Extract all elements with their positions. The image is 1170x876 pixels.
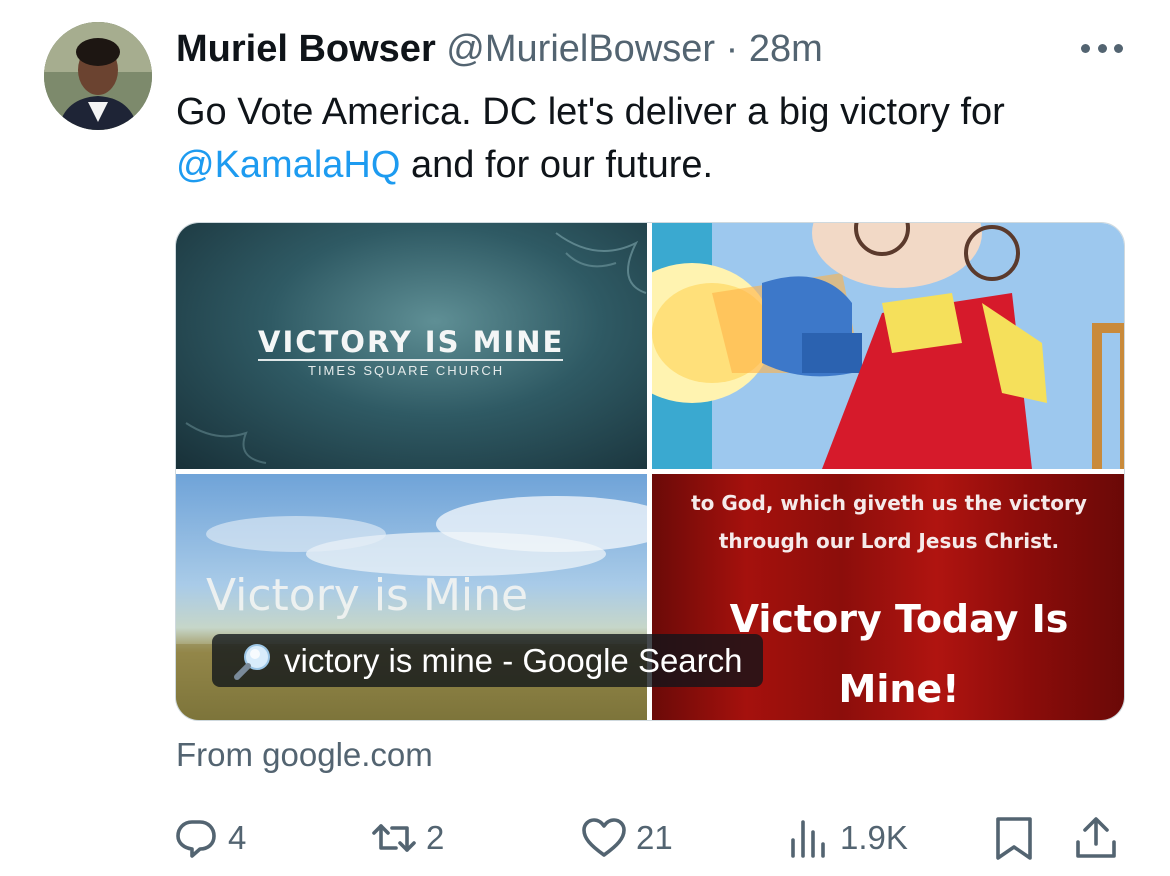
reply-icon (176, 820, 216, 858)
tile1-subtitle: TIMES SQUARE CHURCH (308, 363, 505, 378)
tweet-header: Muriel Bowser @MurielBowser · 28m (176, 26, 1136, 72)
reply-button[interactable]: 4 (172, 810, 246, 866)
image-tile-church: VICTORY IS MINE TIMES SQUARE CHURCH (176, 223, 647, 469)
heart-icon (582, 818, 626, 857)
mention-link[interactable]: @KamalaHQ (176, 144, 400, 186)
author-name[interactable]: Muriel Bowser (176, 28, 436, 70)
tile4-quote-line1: to God, which giveth us the victory (691, 491, 1087, 515)
magnifier-icon (234, 643, 270, 680)
search-label: victory is mine - Google Search (284, 641, 743, 679)
bookmark-icon (996, 817, 1032, 860)
tile4-title-line1: Victory Today Is (729, 597, 1069, 641)
tile4-quote: to God, which giveth us the victory thro… (652, 484, 1124, 560)
tweet-text: Go Vote America. DC let's deliver a big … (176, 86, 1136, 192)
image-tile-cartoon (652, 223, 1124, 469)
tweet-text-after: and for our future. (400, 144, 714, 186)
retweet-count: 2 (426, 819, 445, 856)
more-options-icon[interactable] (1078, 30, 1126, 66)
tweet-actions: 4 2 21 1.9K (0, 810, 1170, 866)
tweet-text-before: Go Vote America. DC let's deliver a big … (176, 91, 1005, 133)
tile1-title: VICTORY IS MINE (258, 325, 565, 359)
views-icon (791, 820, 825, 858)
tweet-timestamp[interactable]: 28m (749, 28, 823, 70)
views-button[interactable]: 1.9K (784, 810, 908, 866)
separator-dot: · (725, 28, 739, 70)
reply-count: 4 (228, 819, 247, 856)
tile1-divider (258, 359, 563, 361)
share-button[interactable] (1072, 810, 1128, 866)
retweet-button[interactable]: 2 (370, 810, 444, 866)
views-count: 1.9K (840, 819, 908, 856)
tile4-title-line2: Mine! (838, 667, 960, 711)
bookmark-button[interactable] (990, 810, 1046, 866)
tile4-quote-line2: through our Lord Jesus Christ. (718, 529, 1060, 553)
share-icon (1076, 817, 1116, 858)
author-handle[interactable]: @MurielBowser (446, 28, 715, 70)
retweet-icon (372, 824, 416, 852)
avatar[interactable] (44, 22, 152, 130)
link-source[interactable]: From google.com (176, 736, 433, 774)
like-button[interactable]: 21 (580, 810, 673, 866)
search-label-overlay[interactable]: victory is mine - Google Search (212, 634, 763, 687)
link-card-media[interactable]: VICTORY IS MINE TIMES SQUARE CHURCH Vict… (175, 222, 1125, 721)
like-count: 21 (636, 819, 673, 856)
tile3-title: Victory is Mine (206, 570, 529, 621)
